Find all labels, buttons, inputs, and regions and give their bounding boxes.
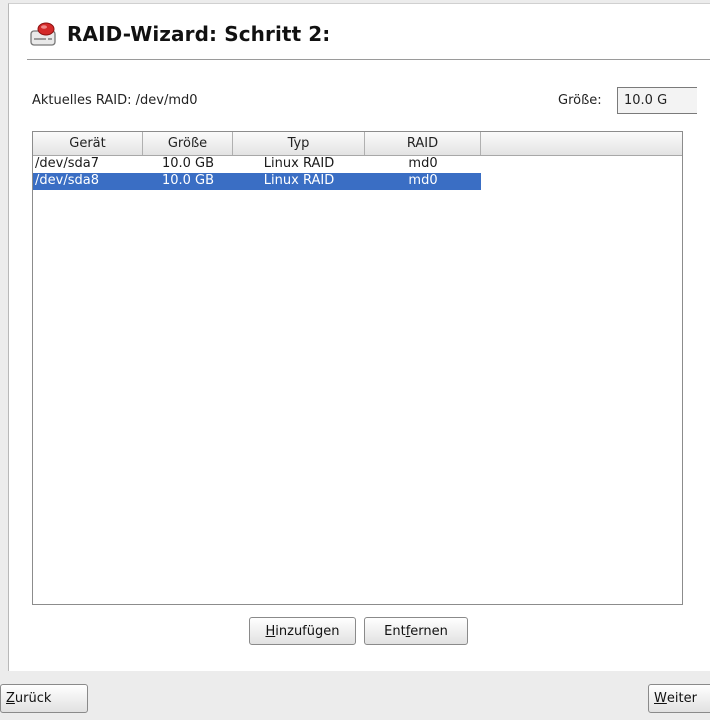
column-header-size[interactable]: Größe — [143, 132, 233, 155]
back-button-mnemonic: Z — [6, 691, 15, 706]
title-divider — [27, 59, 710, 60]
current-raid-label: Aktuelles RAID: /dev/md0 — [32, 93, 198, 108]
cell-type: Linux RAID — [263, 156, 335, 171]
cell-device: /dev/sda7 — [35, 156, 99, 171]
table-row[interactable]: /dev/sda7 10.0 GB Linux RAID md0 — [33, 156, 682, 173]
back-button-label: urück — [14, 691, 52, 706]
wizard-title: RAID-Wizard: Schritt 2: — [29, 18, 330, 50]
column-header-raid[interactable]: RAID — [365, 132, 481, 155]
cell-raid: md0 — [408, 156, 438, 171]
cell-device: /dev/sda8 — [35, 173, 99, 188]
next-button-mnemonic: W — [654, 691, 667, 706]
cell-size: 10.0 GB — [161, 156, 215, 171]
column-header-type[interactable]: Typ — [233, 132, 365, 155]
column-header-empty — [481, 132, 682, 155]
column-header-device[interactable]: Gerät — [33, 132, 143, 155]
table-row-selected[interactable]: /dev/sda8 10.0 GB Linux RAID md0 — [33, 173, 682, 190]
device-table[interactable]: Gerät Größe Typ RAID /dev/sda7 10.0 GB L… — [32, 131, 683, 605]
cell-size: 10.0 GB — [161, 173, 215, 188]
add-button-mnemonic: H — [265, 623, 276, 639]
table-header: Gerät Größe Typ RAID — [33, 132, 682, 156]
add-button[interactable]: Hinzufügen — [249, 617, 356, 645]
next-button[interactable]: Weiter — [648, 684, 710, 713]
size-field: 10.0 G — [617, 87, 697, 114]
cell-raid: md0 — [408, 173, 438, 188]
add-button-label: inzufügen — [275, 623, 340, 639]
page-title: RAID-Wizard: Schritt 2: — [67, 22, 331, 46]
next-button-label: eiter — [666, 691, 697, 706]
remove-button[interactable]: Ent f ernen — [364, 617, 468, 645]
remove-button-label-pre: Ent — [384, 623, 406, 639]
back-button[interactable]: Zurück — [0, 684, 88, 713]
remove-button-label: ernen — [410, 623, 448, 639]
raid-disk-icon — [30, 22, 56, 46]
size-label: Größe: — [558, 93, 602, 108]
cell-type: Linux RAID — [263, 173, 335, 188]
